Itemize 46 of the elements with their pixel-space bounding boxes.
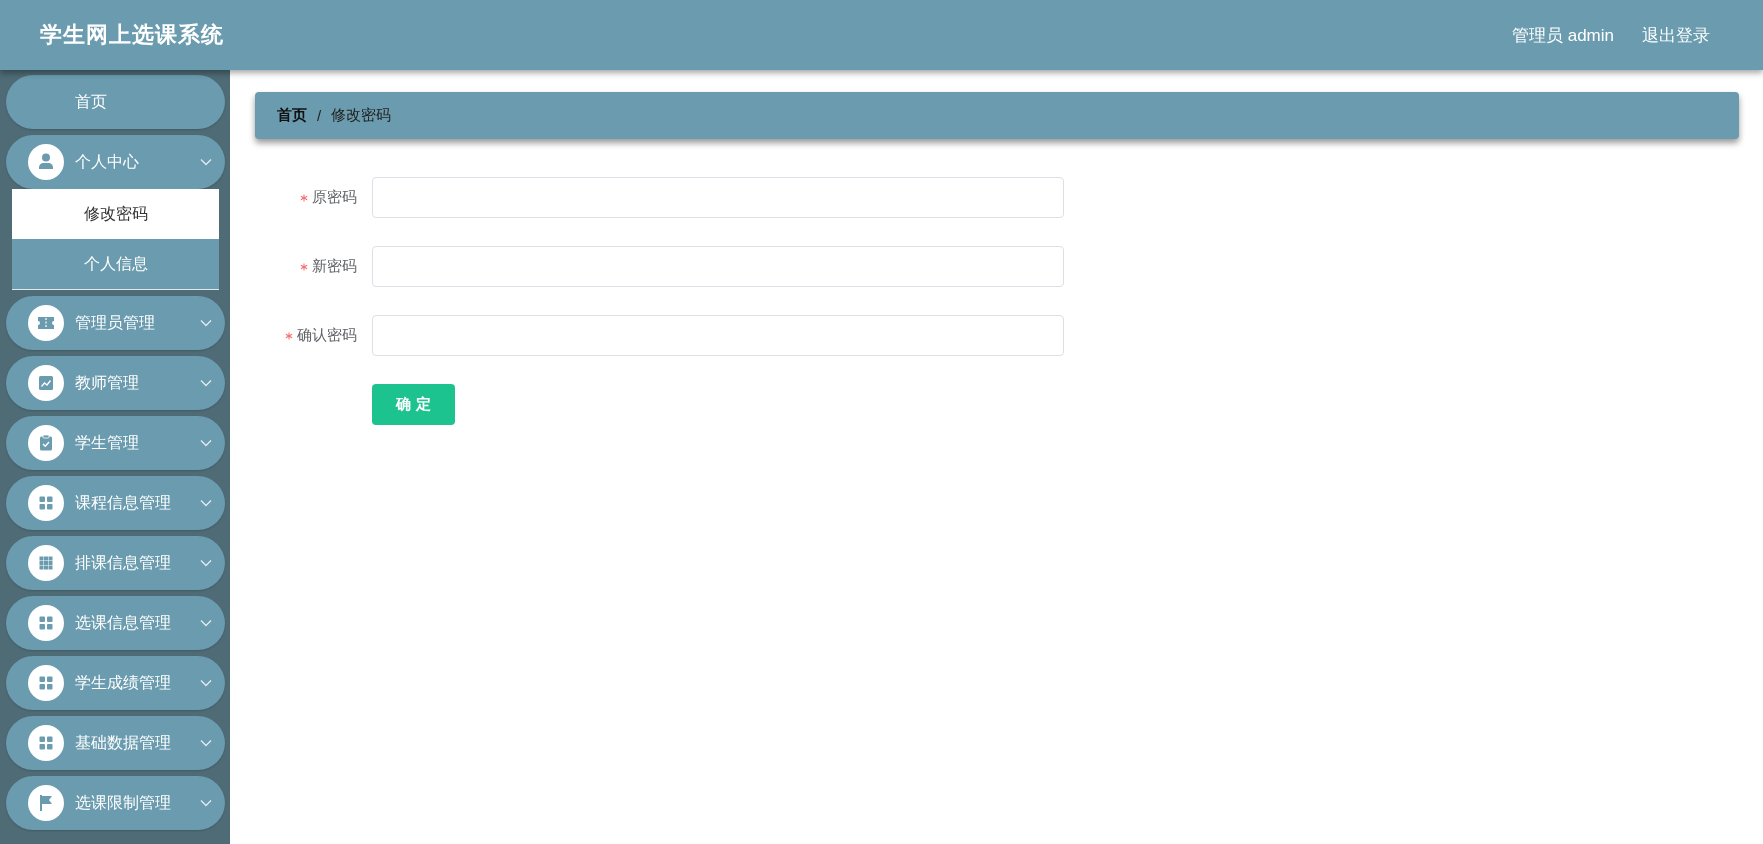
password-field[interactable] [372, 177, 1064, 218]
grid-icon [28, 485, 64, 521]
clipboard-check-icon [28, 425, 64, 461]
chevron-down-icon [200, 319, 212, 327]
grid-icon [28, 725, 64, 761]
menu-item[interactable]: 首页 [6, 75, 225, 129]
confirm-button[interactable]: 确 定 [372, 384, 455, 425]
menu-item[interactable]: 管理员管理 [6, 296, 225, 350]
menu-item[interactable]: 个人中心 [6, 135, 225, 189]
chevron-down-icon [200, 739, 212, 747]
chart-icon [28, 365, 64, 401]
breadcrumb-link[interactable]: 首页 [277, 106, 307, 125]
chevron-down-icon [200, 439, 212, 447]
field-label: 新密码 [312, 257, 357, 276]
password-field[interactable] [372, 315, 1064, 356]
chevron-down-icon [200, 679, 212, 687]
app-title: 学生网上选课系统 [40, 21, 224, 49]
password-field[interactable] [372, 246, 1064, 287]
submenu-item[interactable]: 个人信息 [12, 239, 219, 289]
logout-link[interactable]: 退出登录 [1642, 23, 1710, 47]
chevron-down-icon [200, 379, 212, 387]
ticket-icon [28, 305, 64, 341]
chevron-down-icon [200, 158, 212, 166]
grid-icon [28, 545, 64, 581]
grid-icon [28, 605, 64, 641]
breadcrumb-separator: / [317, 107, 322, 124]
menu-item[interactable]: 学生管理 [6, 416, 225, 470]
submenu-item[interactable]: 修改密码 [12, 189, 219, 239]
grid-icon [28, 665, 64, 701]
menu-item[interactable]: 排课信息管理 [6, 536, 225, 590]
menu-item[interactable]: 基础数据管理 [6, 716, 225, 770]
user-label: 管理员 admin [1511, 24, 1614, 47]
chevron-down-icon [200, 799, 212, 807]
menu-item[interactable]: 课程信息管理 [6, 476, 225, 530]
menu-item[interactable]: 选课信息管理 [6, 596, 225, 650]
chevron-down-icon [200, 499, 212, 507]
user-icon [28, 144, 64, 180]
breadcrumb-current: 修改密码 [331, 106, 392, 125]
chevron-down-icon [200, 559, 212, 567]
menu-item[interactable]: 选课限制管理 [6, 776, 225, 830]
menu-item[interactable]: 学生成绩管理 [6, 656, 225, 710]
flag-icon [28, 785, 64, 821]
chevron-down-icon [200, 619, 212, 627]
field-label: 原密码 [312, 188, 357, 207]
field-label: 确认密码 [297, 326, 357, 345]
menu-item[interactable]: 教师管理 [6, 356, 225, 410]
